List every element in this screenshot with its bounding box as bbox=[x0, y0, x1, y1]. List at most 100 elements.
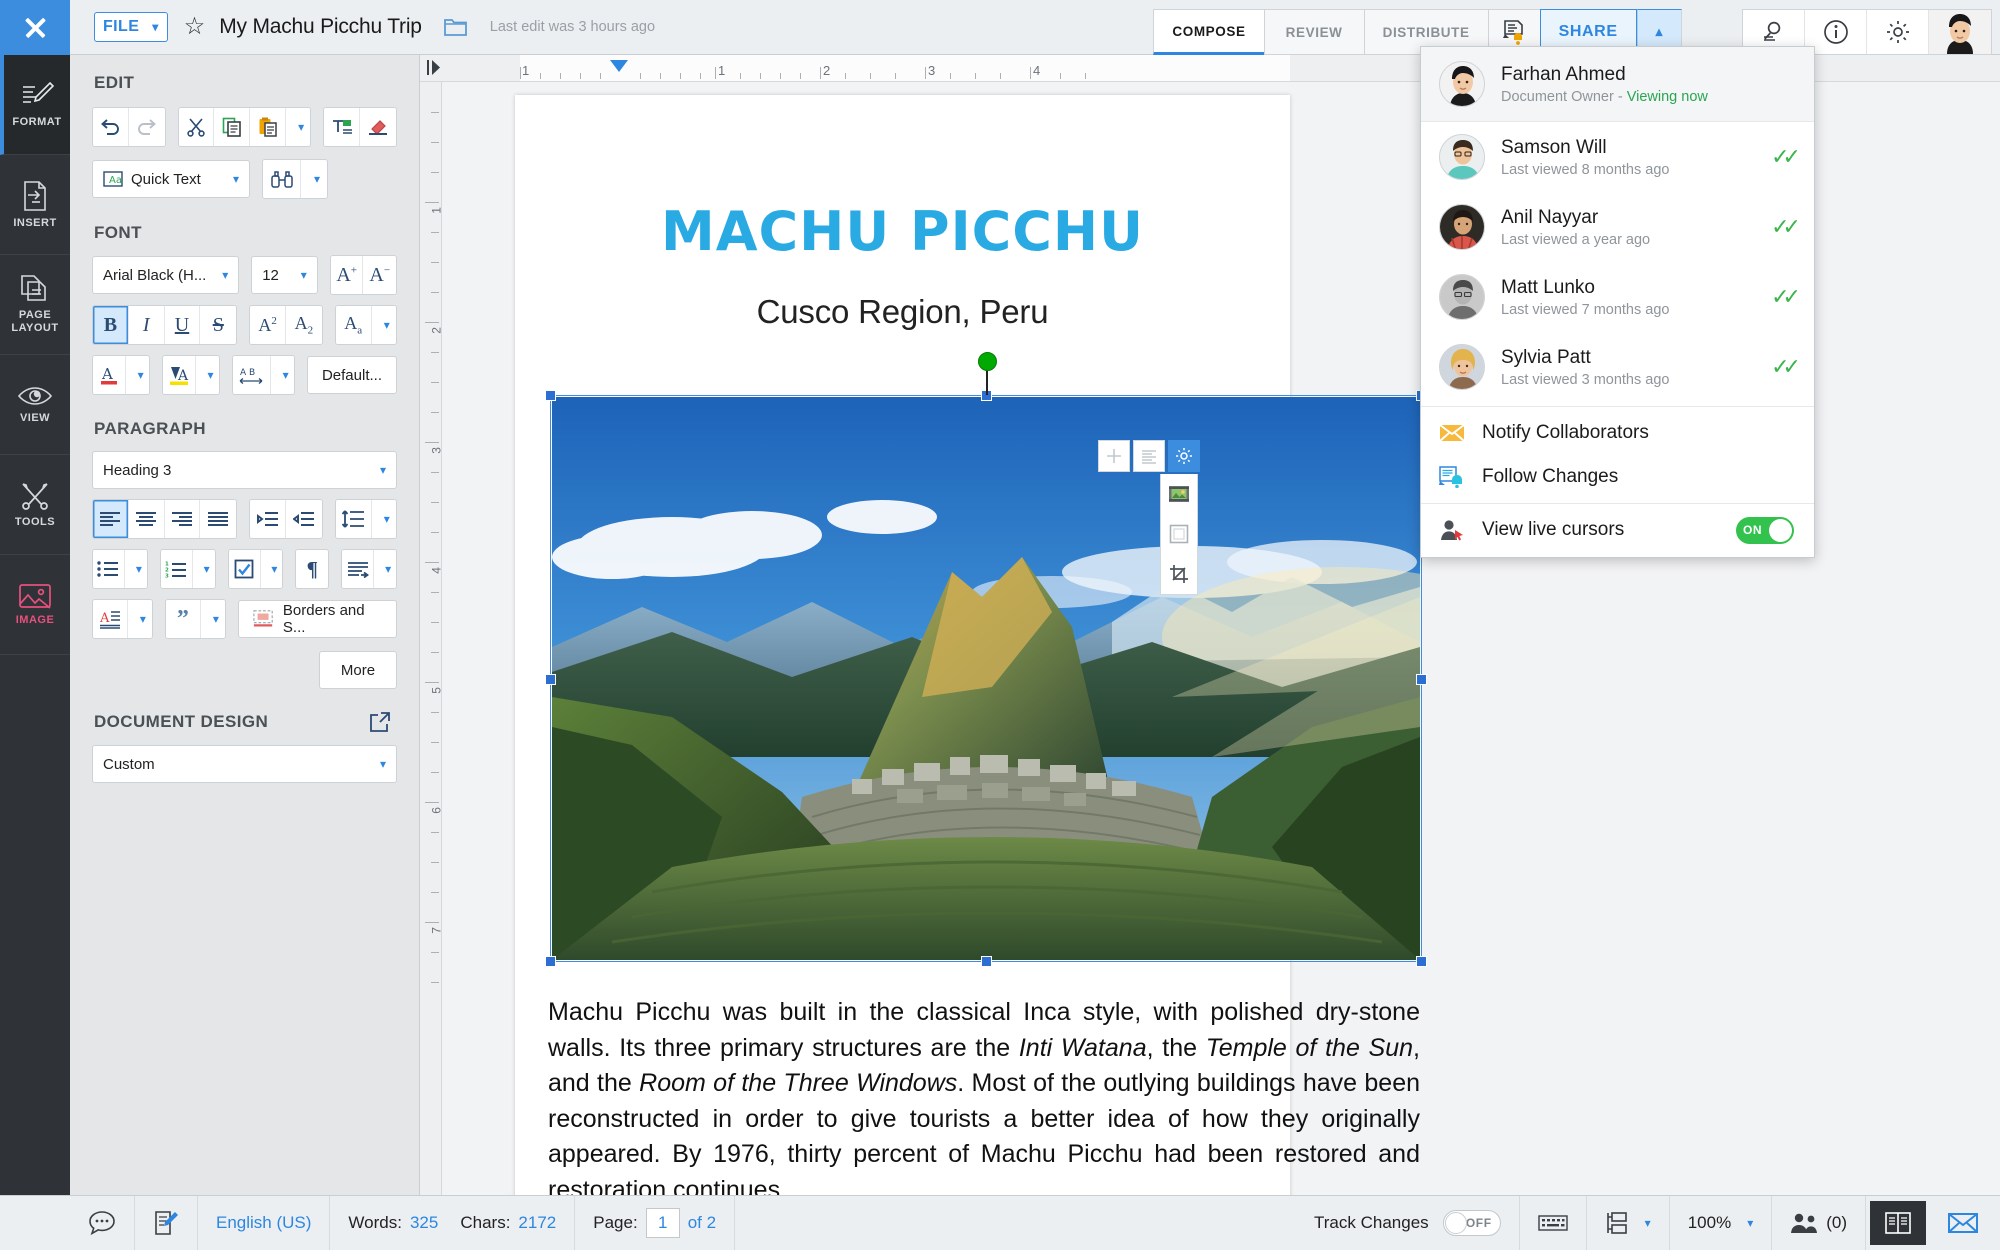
borders-and-shading-button[interactable]: Borders and S... bbox=[238, 600, 397, 638]
paste-button[interactable] bbox=[250, 108, 286, 146]
comments-button[interactable] bbox=[70, 1196, 135, 1250]
cut-button[interactable] bbox=[179, 108, 215, 146]
numbered-list-button[interactable]: 123 bbox=[161, 550, 193, 588]
panel-collapse-icon[interactable] bbox=[420, 55, 448, 81]
settings-button[interactable] bbox=[1867, 10, 1929, 54]
dropdown-owner-row[interactable]: Farhan Ahmed Document Owner - Viewing no… bbox=[1421, 47, 1814, 122]
collaborator-row[interactable]: Sylvia Patt Last viewed 3 months ago ✓✓ bbox=[1421, 332, 1814, 402]
line-spacing-button[interactable] bbox=[336, 500, 372, 538]
block-quote-button[interactable]: ” bbox=[166, 600, 201, 638]
view-live-cursors-row[interactable]: View live cursors ON bbox=[1421, 508, 1814, 557]
font-color-button[interactable]: A bbox=[93, 356, 126, 394]
language-button[interactable]: English (US) bbox=[198, 1196, 330, 1250]
user-avatar[interactable] bbox=[1929, 10, 1991, 54]
checklist-button[interactable] bbox=[229, 550, 261, 588]
track-changes-control[interactable]: Track Changes OFF bbox=[1296, 1196, 1520, 1250]
text-direction-button[interactable] bbox=[342, 550, 374, 588]
document-subheading[interactable]: Cusco Region, Peru bbox=[515, 293, 1290, 331]
sidebar-item-view[interactable]: VIEW bbox=[0, 355, 70, 455]
resize-handle-w[interactable] bbox=[545, 674, 556, 685]
page-number-input[interactable]: 1 bbox=[646, 1208, 680, 1238]
bold-button[interactable]: B bbox=[93, 306, 129, 344]
paragraph-style-caret[interactable]: ▾ bbox=[128, 600, 152, 638]
decrease-font-button[interactable]: A− bbox=[363, 256, 396, 294]
document-body-text[interactable]: Machu Picchu was built in the classical … bbox=[548, 995, 1420, 1195]
image-add-icon[interactable] bbox=[1098, 440, 1130, 472]
increase-font-button[interactable]: A+ bbox=[331, 256, 364, 294]
sidebar-item-page-layout[interactable]: PAGE LAYOUT bbox=[0, 255, 70, 355]
quote-caret[interactable]: ▾ bbox=[201, 600, 225, 638]
change-case-button[interactable]: Aa bbox=[336, 306, 372, 344]
redo-button[interactable] bbox=[129, 108, 165, 146]
align-justify-button[interactable] bbox=[200, 500, 236, 538]
superscript-button[interactable]: A2 bbox=[250, 306, 286, 344]
paragraph-style-dropdown[interactable]: Heading 3 ▾ bbox=[92, 451, 397, 489]
resize-handle-s[interactable] bbox=[981, 956, 992, 967]
mail-button[interactable] bbox=[1930, 1196, 2000, 1250]
follow-changes-action[interactable]: Follow Changes bbox=[1421, 455, 1814, 499]
align-left-button[interactable] bbox=[93, 500, 129, 538]
reading-view-button[interactable] bbox=[1870, 1201, 1926, 1245]
undo-button[interactable] bbox=[93, 108, 129, 146]
font-size-dropdown[interactable]: 12 ▾ bbox=[251, 256, 318, 294]
subscript-button[interactable]: A2 bbox=[286, 306, 322, 344]
underline-button[interactable]: U bbox=[165, 306, 201, 344]
sidebar-item-image[interactable]: IMAGE bbox=[0, 555, 70, 655]
paste-options-caret[interactable]: ▾ bbox=[286, 108, 310, 146]
highlight-button[interactable]: A bbox=[163, 356, 196, 394]
text-direction-caret[interactable]: ▾ bbox=[374, 550, 396, 588]
find-options-caret[interactable]: ▾ bbox=[301, 160, 327, 198]
image-frame-icon[interactable] bbox=[1161, 514, 1197, 554]
increase-indent-button[interactable] bbox=[250, 500, 286, 538]
rotate-handle[interactable] bbox=[978, 352, 997, 371]
highlight-caret[interactable]: ▾ bbox=[196, 356, 219, 394]
tab-compose[interactable]: COMPOSE bbox=[1153, 9, 1263, 55]
folder-icon[interactable] bbox=[444, 17, 468, 37]
image-replace-icon[interactable] bbox=[1161, 474, 1197, 514]
document-design-expand-icon[interactable] bbox=[369, 711, 391, 733]
clear-formatting-button[interactable] bbox=[360, 108, 396, 146]
strikethrough-button[interactable]: S bbox=[200, 306, 236, 344]
file-menu-button[interactable]: FILE ▾ bbox=[94, 12, 168, 42]
close-button[interactable] bbox=[0, 0, 70, 55]
line-spacing-caret[interactable]: ▾ bbox=[372, 500, 396, 538]
font-color-caret[interactable]: ▾ bbox=[126, 356, 149, 394]
sidebar-item-tools[interactable]: TOOLS bbox=[0, 455, 70, 555]
sidebar-item-format[interactable]: FORMAT bbox=[0, 55, 70, 155]
collaborator-row[interactable]: Samson Will Last viewed 8 months ago ✓✓ bbox=[1421, 122, 1814, 192]
find-replace-button[interactable] bbox=[263, 160, 301, 198]
edit-mode-button[interactable] bbox=[135, 1196, 198, 1250]
indent-marker-icon[interactable] bbox=[610, 60, 628, 72]
resize-handle-nw[interactable] bbox=[545, 390, 556, 401]
vertical-ruler[interactable]: 1 2 3 4 5 6 bbox=[420, 82, 442, 1195]
tab-review[interactable]: REVIEW bbox=[1264, 9, 1364, 55]
font-family-dropdown[interactable]: Arial Black (H... ▾ bbox=[92, 256, 239, 294]
more-paragraph-button[interactable]: More bbox=[319, 651, 397, 689]
paragraph-style-button[interactable]: A bbox=[93, 600, 128, 638]
track-changes-toggle[interactable]: OFF bbox=[1443, 1210, 1501, 1236]
show-marks-button[interactable]: ¶ bbox=[296, 550, 328, 588]
character-spacing-button[interactable]: A B bbox=[233, 356, 271, 394]
default-style-button[interactable]: Default... bbox=[307, 356, 397, 394]
sidebar-item-insert[interactable]: INSERT bbox=[0, 155, 70, 255]
resize-handle-se[interactable] bbox=[1416, 956, 1427, 967]
format-painter-button[interactable] bbox=[324, 108, 360, 146]
char-spacing-caret[interactable]: ▾ bbox=[271, 356, 294, 394]
document-design-dropdown[interactable]: Custom ▾ bbox=[92, 745, 397, 783]
collaborator-row[interactable]: Anil Nayyar Last viewed a year ago ✓✓ bbox=[1421, 192, 1814, 262]
image-settings-gear-icon[interactable] bbox=[1168, 440, 1200, 472]
keyboard-shortcuts-button[interactable] bbox=[1520, 1196, 1587, 1250]
document-heading[interactable]: MACHU PICCHU bbox=[515, 200, 1290, 263]
copy-button[interactable] bbox=[214, 108, 250, 146]
bullet-list-caret[interactable]: ▾ bbox=[125, 550, 147, 588]
align-center-button[interactable] bbox=[129, 500, 165, 538]
checklist-caret[interactable]: ▾ bbox=[261, 550, 283, 588]
resize-handle-e[interactable] bbox=[1416, 674, 1427, 685]
quick-text-dropdown[interactable]: Aa Quick Text ▾ bbox=[92, 160, 250, 198]
page-fit-control[interactable]: ▾ bbox=[1587, 1196, 1670, 1250]
zoom-control[interactable]: 100% ▾ bbox=[1670, 1196, 1773, 1250]
document-title[interactable]: My Machu Picchu Trip bbox=[219, 15, 422, 39]
italic-button[interactable]: I bbox=[129, 306, 165, 344]
word-char-count[interactable]: Words: 325 Chars: 2172 bbox=[330, 1196, 575, 1250]
numbered-list-caret[interactable]: ▾ bbox=[193, 550, 215, 588]
